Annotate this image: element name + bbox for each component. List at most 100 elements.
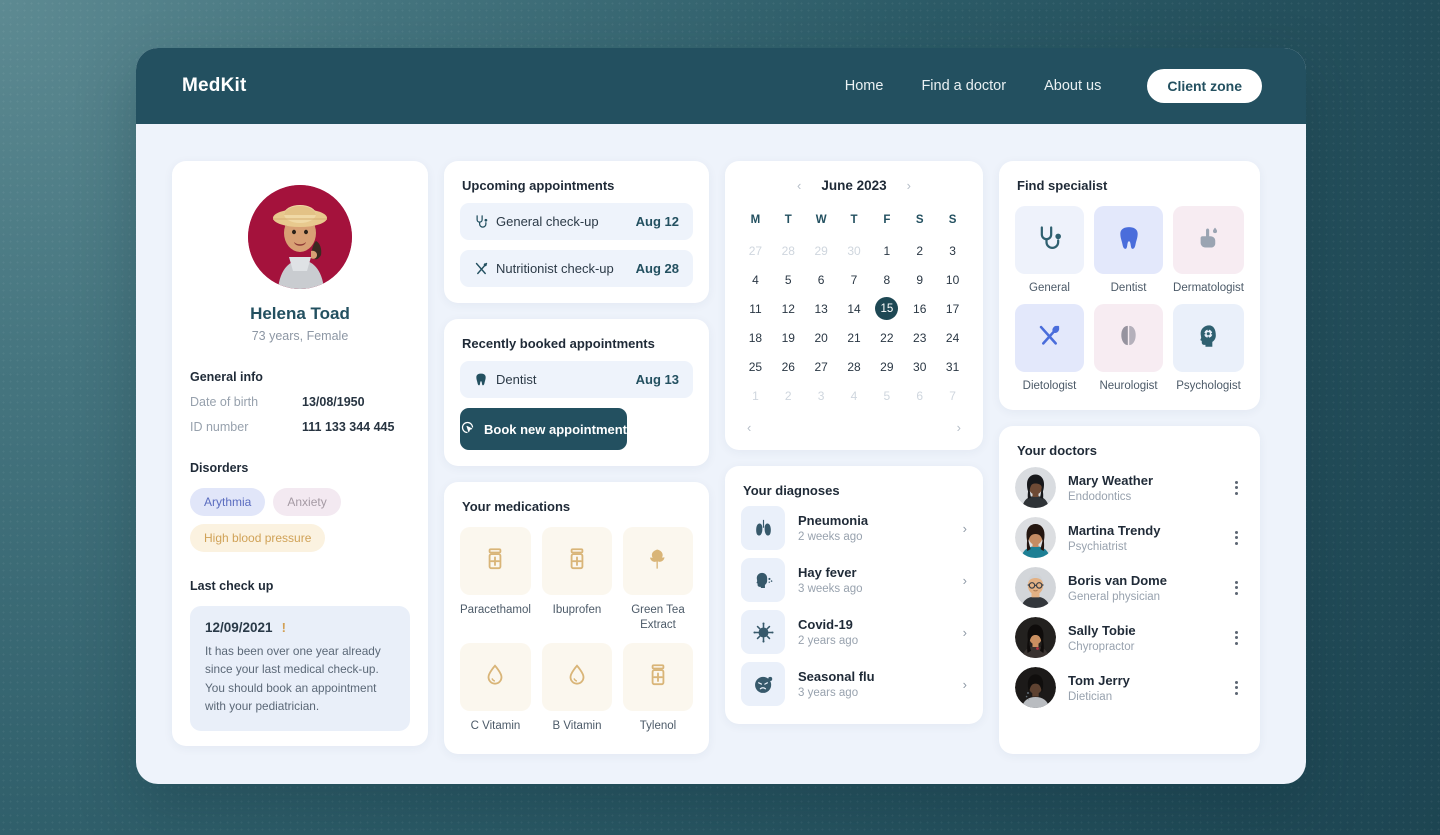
appointment-row-general-checkup[interactable]: General check-up Aug 12 xyxy=(460,203,693,240)
nav-home[interactable]: Home xyxy=(845,78,884,94)
medications-grid: Paracethamol Ibuprofen Green Tea Extract… xyxy=(444,514,709,734)
calendar-day[interactable]: 14 xyxy=(838,294,871,323)
calendar-day[interactable]: 29 xyxy=(805,236,838,265)
calendar-day[interactable]: 3 xyxy=(936,236,969,265)
calendar-day[interactable]: 10 xyxy=(936,265,969,294)
patient-avatar xyxy=(248,185,352,289)
calendar-day[interactable]: 30 xyxy=(838,236,871,265)
doctor-row-boris-van-dome[interactable]: Boris van Dome General physician xyxy=(999,558,1260,608)
doctor-avatar xyxy=(1015,467,1056,508)
calendar-day-label: 4 xyxy=(752,272,759,287)
patient-name: Helena Toad xyxy=(250,304,350,323)
calendar-day[interactable]: 27 xyxy=(739,236,772,265)
specialist-tile-neurologist[interactable] xyxy=(1094,304,1164,372)
nav-about-us[interactable]: About us xyxy=(1044,78,1101,94)
client-zone-button[interactable]: Client zone xyxy=(1147,69,1262,103)
medication-label: Green Tea Extract xyxy=(631,604,685,631)
calendar-day[interactable]: 19 xyxy=(772,323,805,352)
calendar-day[interactable]: 5 xyxy=(870,381,903,410)
doctor-row-martina-trendy[interactable]: Martina Trendy Psychiatrist xyxy=(999,508,1260,558)
doctor-row-tom-jerry[interactable]: Tom Jerry Dietician xyxy=(999,658,1260,708)
calendar-day[interactable]: 9 xyxy=(903,265,936,294)
calendar-prev-page-button[interactable]: ‹ xyxy=(744,419,754,436)
doctor-options-button[interactable] xyxy=(1229,627,1244,649)
calendar-day[interactable]: 6 xyxy=(903,381,936,410)
doctor-options-button[interactable] xyxy=(1229,577,1244,599)
calendar-day[interactable]: 18 xyxy=(739,323,772,352)
calendar-day[interactable]: 8 xyxy=(870,265,903,294)
calendar-day[interactable]: 29 xyxy=(870,352,903,381)
specialist-tile-psychologist[interactable] xyxy=(1173,304,1244,372)
calendar-day[interactable]: 12 xyxy=(772,294,805,323)
medication-item: Green Tea Extract xyxy=(622,527,693,632)
medication-tile[interactable] xyxy=(622,643,693,712)
diagnosis-row-hay-fever[interactable]: Hay fever 3 weeks ago › xyxy=(725,550,983,602)
calendar-day[interactable]: 4 xyxy=(838,381,871,410)
your-doctors-title: Your doctors xyxy=(1017,443,1097,458)
calendar-day[interactable]: 7 xyxy=(838,265,871,294)
calendar-day-label: 3 xyxy=(949,243,956,258)
calendar-day[interactable]: 2 xyxy=(903,236,936,265)
calendar-day[interactable]: 2 xyxy=(772,381,805,410)
calendar-day[interactable]: 27 xyxy=(805,352,838,381)
doctor-options-button[interactable] xyxy=(1229,527,1244,549)
calendar-day[interactable]: 4 xyxy=(739,265,772,294)
calendar-day[interactable]: 5 xyxy=(772,265,805,294)
tooth-icon xyxy=(474,372,496,387)
calendar-day[interactable]: 22 xyxy=(870,323,903,352)
doctor-options-button[interactable] xyxy=(1229,477,1244,499)
last-checkup-message: It has been over one year already since … xyxy=(205,644,381,713)
calendar-day[interactable]: 6 xyxy=(805,265,838,294)
medication-tile[interactable] xyxy=(541,527,612,595)
doctor-specialty: Chyropractor xyxy=(1068,640,1135,653)
calendar-day[interactable]: 7 xyxy=(936,381,969,410)
calendar-day[interactable]: 11 xyxy=(739,294,772,323)
specialist-tile-dietologist[interactable] xyxy=(1015,304,1085,372)
calendar-next-month-button[interactable]: › xyxy=(904,177,914,194)
calendar-day[interactable]: 16 xyxy=(903,294,936,323)
calendar-day-selected[interactable]: 15 xyxy=(870,294,903,323)
medication-tile[interactable] xyxy=(460,527,531,595)
doctor-row-mary-weather[interactable]: Mary Weather Endodontics xyxy=(999,458,1260,508)
diagnosis-row-seasonal-flu[interactable]: Seasonal flu 3 years ago › xyxy=(725,654,983,706)
calendar-day[interactable]: 1 xyxy=(870,236,903,265)
calendar-day[interactable]: 25 xyxy=(739,352,772,381)
calendar-day[interactable]: 26 xyxy=(772,352,805,381)
calendar-day[interactable]: 20 xyxy=(805,323,838,352)
diagnosis-text: Seasonal flu 3 years ago xyxy=(798,669,950,699)
calendar-day[interactable]: 28 xyxy=(838,352,871,381)
calendar-day[interactable]: 30 xyxy=(903,352,936,381)
calendar-day[interactable]: 31 xyxy=(936,352,969,381)
calendar-day[interactable]: 21 xyxy=(838,323,871,352)
doctor-row-sally-tobie[interactable]: Sally Tobie Chyropractor xyxy=(999,608,1260,658)
calendar-day[interactable]: 23 xyxy=(903,323,936,352)
calendar-day[interactable]: 17 xyxy=(936,294,969,323)
disorder-tag[interactable]: Anxiety xyxy=(273,488,341,516)
disorder-tag[interactable]: Arythmia xyxy=(190,488,266,516)
cutlery-icon xyxy=(474,261,496,276)
diagnosis-name: Hay fever xyxy=(798,565,857,580)
medication-tile[interactable] xyxy=(622,527,693,595)
calendar-day[interactable]: 13 xyxy=(805,294,838,323)
calendar-prev-month-button[interactable]: ‹ xyxy=(794,177,804,194)
appointment-row-nutritionist-checkup[interactable]: Nutritionist check-up Aug 28 xyxy=(460,250,693,287)
diagnosis-row-pneumonia[interactable]: Pneumonia 2 weeks ago › xyxy=(725,498,983,550)
doctor-options-button[interactable] xyxy=(1229,677,1244,699)
calendar-day[interactable]: 24 xyxy=(936,323,969,352)
calendar-next-page-button[interactable]: › xyxy=(954,419,964,436)
medication-item: Paracethamol xyxy=(460,527,531,632)
medication-tile[interactable] xyxy=(541,643,612,712)
appointment-row-dentist[interactable]: Dentist Aug 13 xyxy=(460,361,693,398)
disorder-tag[interactable]: High blood pressure xyxy=(190,524,326,552)
diagnosis-row-covid-19[interactable]: Covid-19 2 years ago › xyxy=(725,602,983,654)
book-new-appointment-button[interactable]: Book new appointment xyxy=(460,408,627,450)
medication-tile[interactable] xyxy=(460,643,531,712)
calendar-day[interactable]: 3 xyxy=(805,381,838,410)
specialist-tile-general[interactable] xyxy=(1015,206,1085,274)
calendar-day[interactable]: 28 xyxy=(772,236,805,265)
diagnosis-when: 3 years ago xyxy=(798,687,859,699)
specialist-tile-dermatologist[interactable] xyxy=(1173,206,1244,274)
specialist-tile-dentist[interactable] xyxy=(1094,206,1164,274)
nav-find-a-doctor[interactable]: Find a doctor xyxy=(921,78,1006,94)
calendar-day[interactable]: 1 xyxy=(739,381,772,410)
